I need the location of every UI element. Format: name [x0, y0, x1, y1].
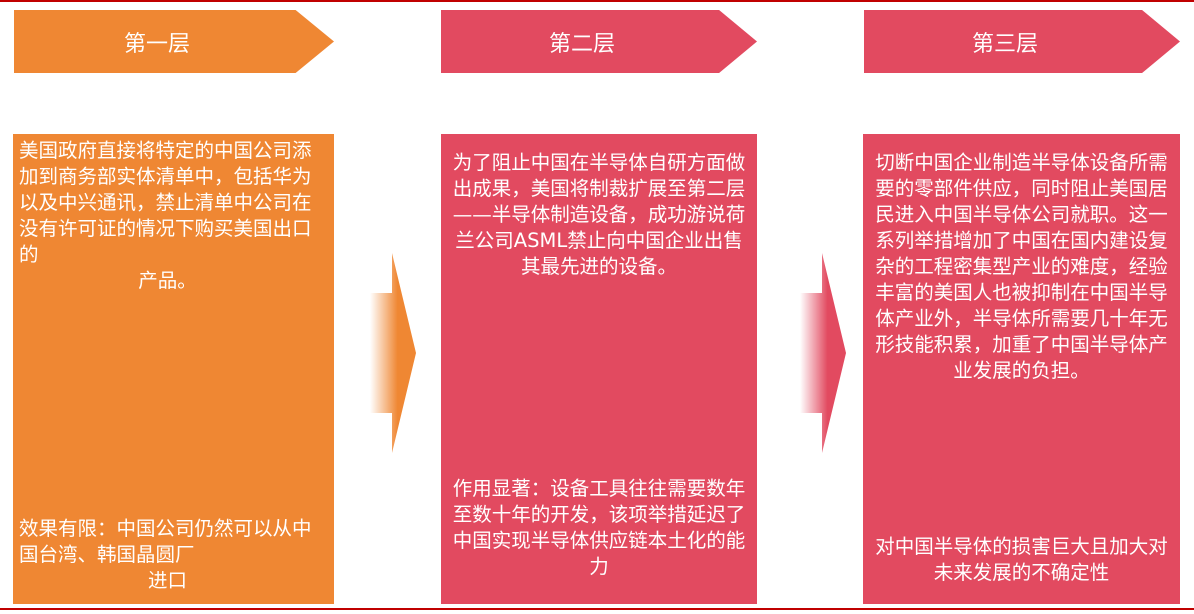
bottom-border-line — [0, 608, 1194, 610]
layer-2-header-arrow: 第二层 — [441, 10, 757, 73]
layer-3-main-text: 切断中国企业制造半导体设备所需要的零部件供应，同时阻止美国居民进入中国半导体公司… — [875, 151, 1168, 382]
layer-1-content-box: 美国政府直接将特定的中国公司添加到商务部实体清单中，包括华为以及中兴通讯，禁止清… — [13, 134, 334, 604]
layer-1-header-arrow: 第一层 — [14, 10, 334, 73]
layer-1-main-text: 美国政府直接将特定的中国公司添加到商务部实体清单中，包括华为以及中兴通讯，禁止清… — [19, 139, 312, 292]
layer-2-content-box: 为了阻止中国在半导体自研方面做出成果，美国将制裁扩展至第二层——半导体制造设备，… — [441, 134, 757, 604]
layer-1-title: 第一层 — [123, 31, 190, 57]
layer-3-header-arrow: 第三层 — [864, 10, 1180, 73]
arrow-layer2-to-layer3 — [800, 253, 846, 453]
layer-3-effect-text: 对中国半导体的损害巨大且加大对未来发展的不确定性 — [875, 535, 1168, 584]
top-border-line — [0, 0, 1194, 2]
layer-3-title: 第三层 — [971, 31, 1038, 57]
layer-2-title: 第二层 — [548, 31, 615, 57]
arrow-layer1-to-layer2 — [370, 253, 416, 453]
layer-2-main-text: 为了阻止中国在半导体自研方面做出成果，美国将制裁扩展至第二层——半导体制造设备，… — [452, 151, 746, 278]
layer-1-effect-text: 效果有限：中国公司仍然可以从中国台湾、韩国晶圆厂 进口 — [19, 517, 312, 592]
layer-2-effect-text: 作用显著：设备工具往往需要数年至数十年的开发，该项举措延迟了中国实现半导体供应链… — [452, 477, 746, 578]
layer-3-content-box: 切断中国企业制造半导体设备所需要的零部件供应，同时阻止美国居民进入中国半导体公司… — [863, 134, 1180, 604]
